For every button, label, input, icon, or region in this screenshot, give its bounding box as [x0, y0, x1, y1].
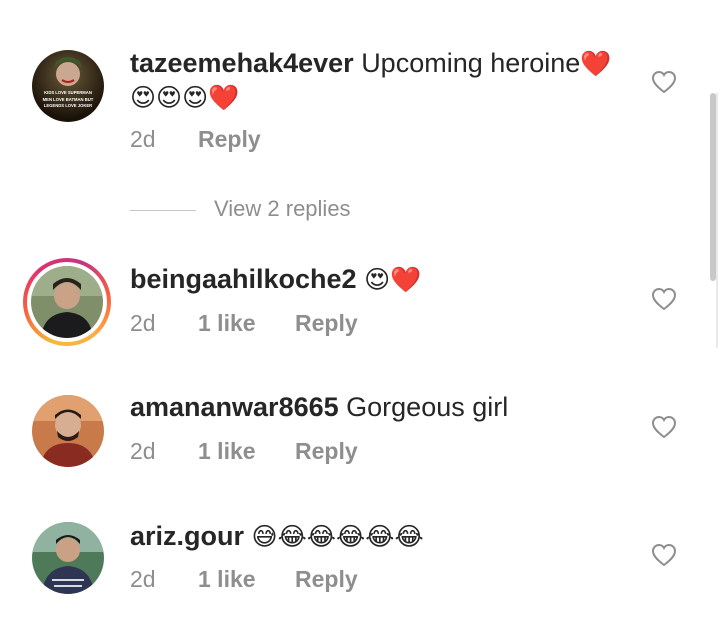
heart-outline-icon[interactable] [651, 70, 677, 94]
avatar[interactable] [31, 266, 103, 338]
emoji-text: ❤️ [580, 49, 612, 78]
story-ring[interactable] [23, 258, 111, 346]
emoji-text: 😍❤️ [364, 265, 422, 294]
svg-text:LEGENDS LOVE JOKER: LEGENDS LOVE JOKER [44, 103, 92, 108]
comment-meta: 2d 1 like Reply [130, 566, 358, 593]
like-count[interactable]: 1 like [198, 310, 295, 337]
emoji-text: 😅😂😂😂😂😂 [251, 522, 424, 551]
heart-outline-icon[interactable] [651, 415, 677, 439]
username[interactable]: tazeemehak4ever [130, 48, 354, 78]
reply-button[interactable]: Reply [295, 310, 358, 337]
divider [130, 209, 196, 211]
comment-text: ariz.gour 😅😂😂😂😂😂 [130, 519, 424, 554]
comment-age: 2d [130, 310, 156, 336]
comment-meta: 2d 1 like Reply [130, 310, 358, 337]
svg-text:MEN LOVE BATMAN BUT: MEN LOVE BATMAN BUT [43, 97, 94, 102]
comment-age: 2d [130, 438, 156, 464]
view-replies-label[interactable]: View 2 replies [214, 196, 351, 221]
reply-button[interactable]: Reply [198, 126, 261, 153]
username[interactable]: amananwar8665 [130, 392, 339, 422]
reply-button[interactable]: Reply [295, 438, 358, 465]
svg-text:KIDS LOVE SUPERMAN: KIDS LOVE SUPERMAN [44, 90, 92, 95]
avatar[interactable] [32, 522, 104, 594]
avatar[interactable]: KIDS LOVE SUPERMAN MEN LOVE BATMAN BUT L… [32, 50, 104, 122]
emoji-text: 😍😍😍❤️ [130, 83, 240, 112]
reply-button[interactable]: Reply [295, 566, 358, 593]
comment-text: beingaahilkoche2 😍❤️ [130, 262, 421, 297]
scrollbar-track[interactable] [716, 93, 718, 348]
comment-emoji-line: 😍😍😍❤️ [130, 80, 239, 115]
heart-outline-icon[interactable] [651, 543, 677, 567]
comment-body: Gorgeous girl [346, 392, 509, 422]
comment-text: amananwar8665 Gorgeous girl [130, 390, 508, 424]
scrollbar-thumb[interactable] [710, 93, 716, 281]
comment-meta: 2d 1 like Reply [130, 438, 358, 465]
comment-text: tazeemehak4ever Upcoming heroine❤️ [130, 46, 611, 81]
username[interactable]: ariz.gour [130, 521, 244, 551]
comment-age: 2d [130, 566, 156, 592]
comment-age: 2d [130, 126, 156, 152]
avatar[interactable] [32, 395, 104, 467]
username[interactable]: beingaahilkoche2 [130, 264, 357, 294]
heart-outline-icon[interactable] [651, 287, 677, 311]
like-count[interactable]: 1 like [198, 566, 295, 593]
view-replies-button[interactable]: View 2 replies [130, 196, 351, 222]
comment-meta: 2d Reply [130, 126, 261, 153]
like-count[interactable]: 1 like [198, 438, 295, 465]
comment-body: Upcoming heroine [361, 48, 581, 78]
